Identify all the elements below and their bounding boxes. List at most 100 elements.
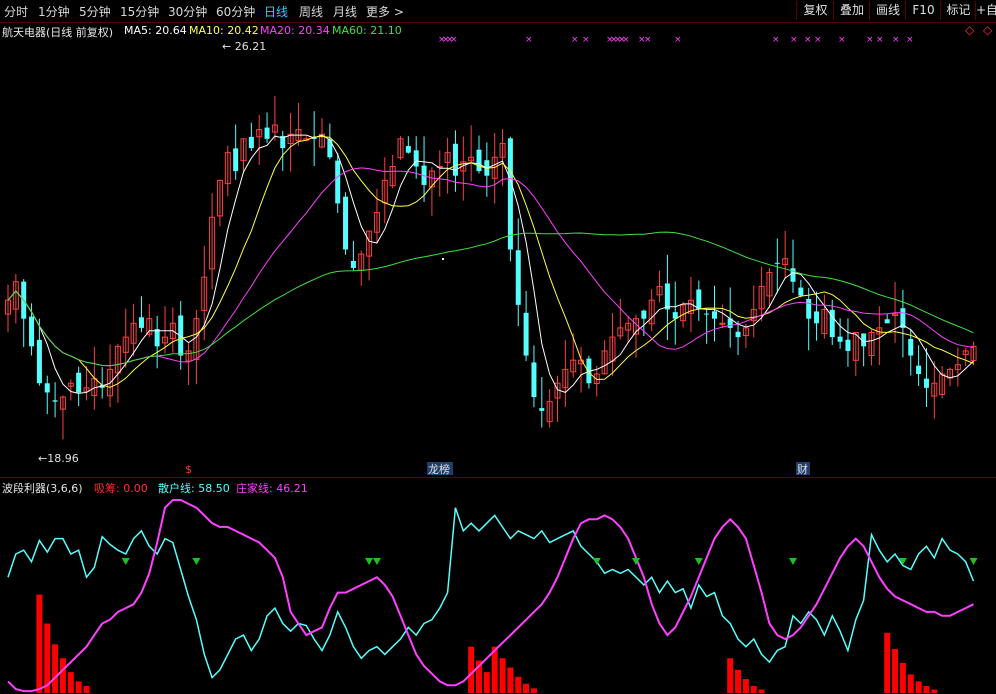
xichou-bar [899,662,906,693]
x-marker: × [525,35,533,45]
xichou-bar [483,672,490,693]
candle-body [539,408,545,411]
candle-body [44,383,50,393]
x-marker: × [838,35,846,45]
xichou-bar [52,644,59,693]
x-marker: × [876,35,884,45]
xichou-bar [727,658,734,693]
event-label: $ [185,463,192,476]
candle-body [52,400,58,402]
xichou-bar [507,667,514,693]
candle-body [515,250,521,305]
stock-title: 航天电器(日线 前复权) [2,26,114,39]
candle-body [507,138,513,250]
toolbar-button-5[interactable]: +自 [975,1,996,20]
candle-body [641,310,647,319]
diamond-icon-2[interactable]: ◇ [983,23,992,37]
diamond-icon[interactable]: ◇ [965,23,974,37]
candle-body [335,160,341,204]
indicator-line-0 [7,507,975,679]
xichou-bar [530,688,537,693]
x-marker: × [866,35,874,45]
candle-body [452,143,458,176]
period-tab-5[interactable]: 60分钟 [216,3,255,20]
ma-line-MA10 [7,135,974,388]
candle-body [806,299,812,319]
xichou-bar [468,646,475,693]
candle-body [138,317,144,328]
period-tab-3[interactable]: 15分钟 [120,3,159,20]
x-marker: × [644,35,652,45]
candle-body [664,283,670,310]
candle-body [154,329,160,347]
xichou-bar [75,681,82,693]
candle-body [523,312,529,356]
kline-chart[interactable]: ← 26.21←18.96×××× × × × ××××× ×× × × × × × × × × × ×$ 龙榜… [0,22,996,694]
candle-body [704,313,710,315]
x-marker: × [790,35,798,45]
candle-body [696,289,702,310]
signal-triangle [365,558,374,565]
toolbar-button-2[interactable]: 画线 [869,1,906,20]
toolbar-button-1[interactable]: 叠加 [833,1,870,20]
signal-triangle [121,558,130,565]
x-marker: × [804,35,812,45]
x-marker: × [772,35,780,45]
candle-body [327,139,333,158]
xichou-bar [750,686,757,693]
signal-triangle [694,558,703,565]
period-tab-9[interactable]: 更多 > [366,3,404,20]
panel-separator [0,477,996,478]
candle-body [923,378,929,388]
candle-body [712,311,717,319]
high-label: ← 26.21 [222,40,266,53]
toolbar-button-4[interactable]: 标记 [940,1,976,20]
xichou-bar [735,669,742,693]
period-tab-1[interactable]: 1分钟 [38,3,70,20]
event-label: 财 [797,462,808,476]
xichou-bar [36,594,43,693]
xichou-bar [923,686,930,693]
candle-body [76,372,82,393]
xichou-bar [884,632,891,693]
candle-body [798,287,804,296]
candle-body [343,196,349,250]
candle-body [774,262,780,264]
ma-line-MA60 [7,231,974,367]
candle-body [264,127,270,139]
period-tab-6[interactable]: 日线 [264,3,288,20]
toolbar-button-0[interactable]: 复权 [796,1,834,20]
period-tab-0[interactable]: 分时 [4,3,28,20]
candle-body [814,311,820,324]
candle-body [476,149,482,172]
signal-triangle [969,558,978,565]
candle-body [908,338,914,356]
xichou-bar [931,689,938,693]
x-marker: × [582,35,590,45]
period-tab-4[interactable]: 30分钟 [168,3,207,20]
sanhu-indicator: 散户线: 58.50 [158,482,230,495]
toolbar-button-3[interactable]: F10 [905,1,941,20]
candle-body [405,146,411,153]
ma10-indicator: MA10: 20.42 [189,24,259,37]
xichou-bar [892,648,899,693]
period-tab-8[interactable]: 月线 [333,3,357,20]
xichou-bar [907,674,914,693]
candle-body [845,339,851,351]
xichou-bar [83,686,90,693]
period-tab-2[interactable]: 5分钟 [79,3,111,20]
xichou-bar [59,658,66,693]
xichou-bar [515,676,522,693]
xichou-bar [499,658,506,693]
period-tab-7[interactable]: 周线 [299,3,323,20]
xichou-bar [523,683,530,693]
cursor-dot [442,258,444,260]
x-marker: × [674,35,682,45]
candle-body [413,150,419,167]
signal-triangle [592,558,601,565]
candle-body [350,261,356,268]
x-marker: × [814,35,822,45]
candle-body [29,316,35,347]
candle-body [719,322,726,325]
period-toolbar: 分时 1分钟 5分钟 15分钟 30分钟 60分钟 日线 周线 月线 更多 > 复权 叠加 画线 F10 标… [0,0,996,23]
